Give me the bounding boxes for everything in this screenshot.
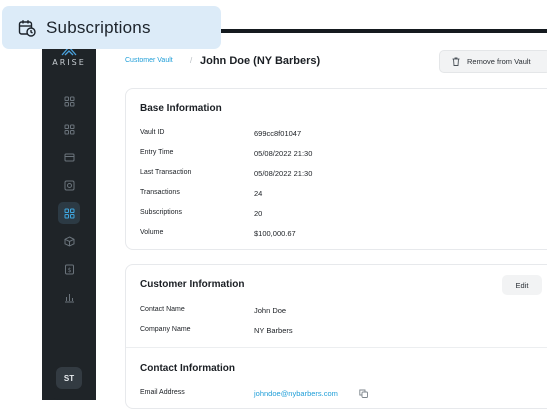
- breadcrumb-customer-vault[interactable]: Customer Vault: [125, 57, 173, 64]
- vault-id-value: 699cc8f01047: [254, 129, 302, 138]
- contact-name-label: Contact Name: [140, 306, 185, 313]
- subscriptions-value: 20: [254, 209, 263, 218]
- email-address-label: Email Address: [140, 389, 185, 396]
- subscriptions-row-label: Subscriptions: [140, 209, 183, 216]
- entry-time-value: 05/08/2022 21:30: [254, 149, 313, 158]
- nav-apps[interactable]: [58, 118, 80, 140]
- nav-vault[interactable]: [58, 174, 80, 196]
- logo-text: ARISE: [52, 58, 86, 67]
- page-title: John Doe (NY Barbers): [200, 55, 321, 67]
- base-information-card: Base Information Vault ID 699cc8f01047 E…: [125, 88, 547, 250]
- logo: ARISE: [42, 46, 96, 67]
- nav-dashboard[interactable]: [58, 90, 80, 112]
- user-avatar[interactable]: ST: [56, 367, 82, 389]
- contact-information-title: Contact Information: [140, 363, 235, 374]
- nav-reports[interactable]: [58, 286, 80, 308]
- volume-label: Volume: [140, 229, 164, 236]
- nav-invoices[interactable]: $: [58, 258, 80, 280]
- sidebar: ARISE $ ST: [42, 36, 96, 400]
- subscriptions-label: Subscriptions: [46, 17, 151, 37]
- card-icon: [64, 153, 74, 161]
- copy-icon[interactable]: [359, 389, 368, 398]
- remove-from-vault-button[interactable]: Remove from Vault: [439, 50, 547, 73]
- grid-icon: [64, 124, 74, 134]
- page-header: Customer Vault / John Doe (NY Barbers) R…: [125, 50, 547, 74]
- base-information-title: Base Information: [140, 103, 222, 114]
- customer-information-card: Customer Information Edit Contact Name J…: [125, 264, 547, 409]
- email-address-value[interactable]: johndoe@nybarbers.com: [254, 389, 338, 398]
- transactions-label: Transactions: [140, 189, 180, 196]
- company-name-label: Company Name: [140, 326, 191, 333]
- nav-customer-vault[interactable]: [58, 202, 80, 224]
- svg-text:$: $: [67, 267, 71, 274]
- calendar-clock-icon: [18, 19, 36, 37]
- nav-cards[interactable]: [58, 146, 80, 168]
- entry-time-label: Entry Time: [140, 149, 174, 156]
- box-icon: [64, 235, 74, 247]
- remove-from-vault-label: Remove from Vault: [467, 57, 531, 66]
- nav-products[interactable]: [58, 230, 80, 252]
- breadcrumb-separator: /: [190, 56, 193, 65]
- grid-icon: [64, 208, 74, 218]
- contact-name-value: John Doe: [254, 306, 287, 315]
- grid-icon: [64, 96, 74, 106]
- top-divider: [221, 29, 547, 33]
- safe-icon: [64, 180, 74, 190]
- bar-chart-icon: [64, 293, 74, 302]
- last-transaction-value: 05/08/2022 21:30: [254, 169, 313, 178]
- trash-icon: [452, 57, 460, 66]
- transactions-value: 24: [254, 189, 263, 198]
- company-name-value: NY Barbers: [254, 326, 293, 335]
- vault-id-label: Vault ID: [140, 129, 165, 136]
- section-divider: [126, 347, 547, 348]
- edit-button[interactable]: Edit: [502, 275, 542, 295]
- volume-value: $100,000.67: [254, 229, 296, 238]
- last-transaction-label: Last Transaction: [140, 169, 192, 176]
- dollar-doc-icon: $: [64, 264, 74, 274]
- customer-information-title: Customer Information: [140, 279, 245, 290]
- subscriptions-tooltip: Subscriptions: [2, 6, 221, 49]
